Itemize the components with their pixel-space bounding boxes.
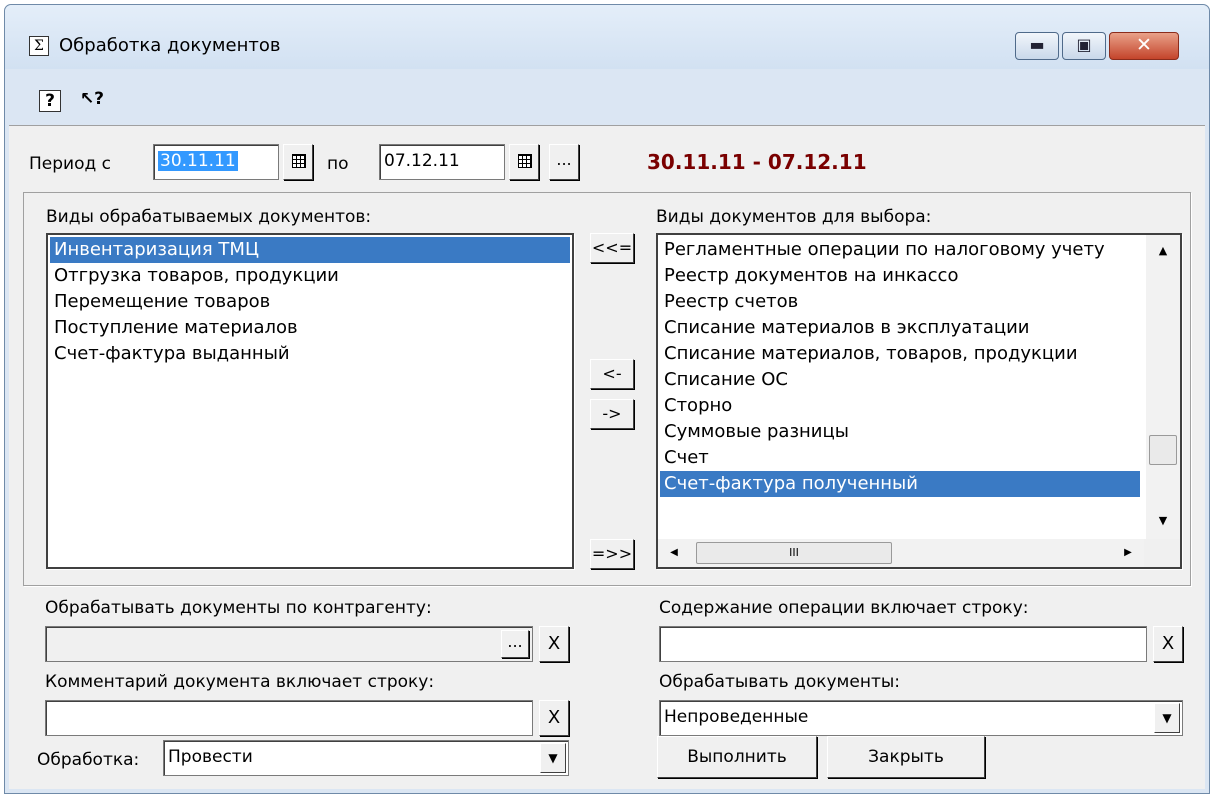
list-item[interactable]: Перемещение товаров <box>54 289 572 315</box>
period-from-label: Период с <box>29 154 111 174</box>
close-window-button[interactable]: ✕ <box>1109 32 1179 60</box>
period-to-value: 07.12.11 <box>384 151 460 171</box>
remove-button[interactable]: -> <box>590 399 634 429</box>
main-window: Σ Обработка документов ▬ ▣ ✕ ? ↖? Период… <box>4 4 1210 794</box>
list-item[interactable]: Счет <box>664 445 1144 471</box>
scroll-left-button[interactable]: ◀ <box>658 539 690 567</box>
list-item[interactable]: Счет-фактура полученный <box>660 471 1140 497</box>
list-item[interactable]: Списание ОС <box>664 367 1144 393</box>
list-item[interactable]: Реестр счетов <box>664 289 1144 315</box>
contractor-select-button[interactable]: ... <box>501 630 529 658</box>
list-item[interactable]: Сторно <box>664 393 1144 419</box>
document-types-group: Виды обрабатываемых документов: Инвентар… <box>23 192 1191 586</box>
processing-select[interactable]: Провести ▼ <box>163 740 569 776</box>
minimize-icon: ▬ <box>1029 35 1045 54</box>
execute-button[interactable]: Выполнить <box>657 736 817 778</box>
period-from-value: 30.11.11 <box>158 151 238 171</box>
period-display: 30.11.11 - 07.12.11 <box>647 150 867 174</box>
processing-label: Обработка: <box>37 750 140 770</box>
operation-content-label: Содержание операции включает строку: <box>659 598 1029 618</box>
period-from-calendar-button[interactable] <box>283 144 313 180</box>
add-button[interactable]: <- <box>590 359 634 389</box>
period-to-input[interactable]: 07.12.11 <box>379 144 505 180</box>
close-button[interactable]: Закрыть <box>827 736 985 778</box>
remove-all-button[interactable]: =>> <box>590 539 634 569</box>
process-docs-select[interactable]: Непроведенные ▼ <box>659 700 1183 736</box>
title-bar[interactable]: Σ Обработка документов ▬ ▣ ✕ <box>5 5 1209 69</box>
app-icon: Σ <box>29 36 49 56</box>
maximize-button[interactable]: ▣ <box>1062 32 1106 60</box>
list-item[interactable]: Инвентаризация ТМЦ <box>50 237 570 263</box>
list-item[interactable]: Суммовые разницы <box>664 419 1144 445</box>
chevron-down-icon[interactable]: ▼ <box>540 743 566 773</box>
list-item[interactable]: Реестр документов на инкассо <box>664 263 1144 289</box>
period-from-input[interactable]: 30.11.11 <box>153 144 279 180</box>
chevron-down-icon[interactable]: ▼ <box>1154 703 1180 733</box>
available-docs-list[interactable]: Регламентные операции по налоговому учет… <box>656 233 1182 569</box>
processed-docs-label: Виды обрабатываемых документов: <box>46 207 372 227</box>
period-to-calendar-button[interactable] <box>509 144 539 180</box>
contractor-label: Обрабатывать документы по контрагенту: <box>45 598 432 618</box>
list-item[interactable]: Счет-фактура выданный <box>54 341 572 367</box>
close-icon: ✕ <box>1136 34 1152 56</box>
list-item[interactable]: Списание материалов в эксплуатации <box>664 315 1144 341</box>
horizontal-scroll-thumb[interactable]: III <box>696 542 892 564</box>
contractor-clear-button[interactable]: X <box>539 626 569 662</box>
scroll-corner <box>1144 539 1180 567</box>
operation-content-input[interactable] <box>659 626 1147 662</box>
horizontal-scrollbar[interactable]: ◀ III ▶ <box>658 539 1146 567</box>
comment-input[interactable] <box>45 700 533 736</box>
process-docs-label: Обрабатывать документы: <box>659 672 900 692</box>
maximize-icon: ▣ <box>1076 35 1092 54</box>
list-item[interactable]: Регламентные операции по налоговому учет… <box>664 237 1144 263</box>
operation-content-clear-button[interactable]: X <box>1153 626 1183 662</box>
vertical-scroll-thumb[interactable] <box>1149 435 1177 465</box>
scroll-right-button[interactable]: ▶ <box>1112 539 1144 567</box>
form-body: Период с 30.11.11 по 07.12.11 ... 30.11.… <box>9 125 1205 789</box>
contractor-input[interactable] <box>45 626 533 662</box>
list-item[interactable]: Списание материалов, товаров, продукции <box>664 341 1144 367</box>
period-select-button[interactable]: ... <box>549 144 579 180</box>
list-item[interactable]: Отгрузка товаров, продукции <box>54 263 572 289</box>
help-icon[interactable]: ? <box>39 90 61 112</box>
calendar-icon <box>292 154 306 168</box>
calendar-icon <box>518 154 532 168</box>
list-item[interactable]: Поступление материалов <box>54 315 572 341</box>
vertical-scrollbar[interactable]: ▲ ▼ <box>1146 235 1180 539</box>
context-help-icon[interactable]: ↖? <box>79 87 105 113</box>
scroll-up-button[interactable]: ▲ <box>1146 235 1180 267</box>
comment-clear-button[interactable]: X <box>539 700 569 736</box>
window-title: Обработка документов <box>59 35 281 56</box>
add-all-button[interactable]: <<= <box>590 233 634 263</box>
process-docs-value: Непроведенные <box>664 707 809 727</box>
available-docs-label: Виды документов для выбора: <box>656 207 932 227</box>
comment-label: Комментарий документа включает строку: <box>45 672 435 692</box>
scroll-down-button[interactable]: ▼ <box>1146 505 1180 537</box>
minimize-button[interactable]: ▬ <box>1015 32 1059 60</box>
processing-value: Провести <box>168 747 253 767</box>
period-to-label: по <box>327 154 349 174</box>
processed-docs-list[interactable]: Инвентаризация ТМЦ Отгрузка товаров, прод… <box>46 233 574 569</box>
